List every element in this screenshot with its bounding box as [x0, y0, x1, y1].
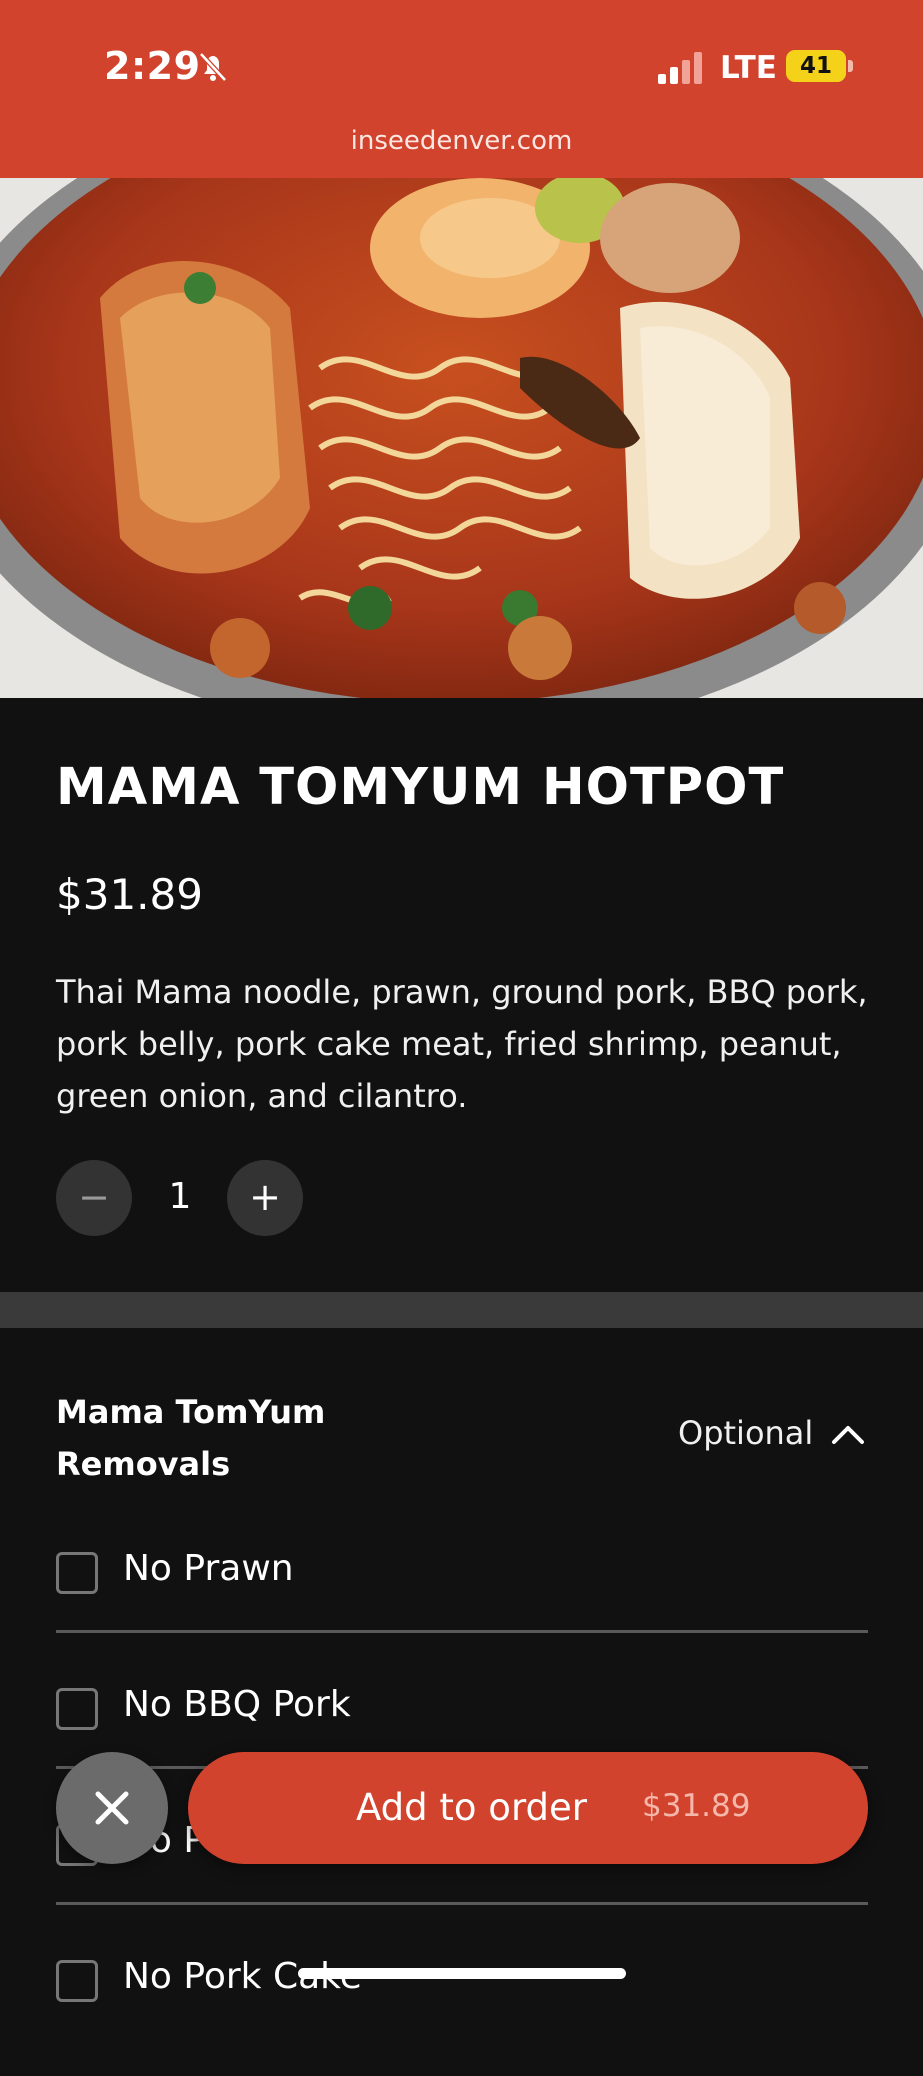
checkbox[interactable]: [56, 1960, 98, 2002]
item-description: Thai Mama noodle, prawn, ground pork, BB…: [56, 973, 868, 1115]
minus-icon: −: [78, 1175, 110, 1219]
battery-icon: 41: [786, 50, 846, 82]
option-label: No Prawn: [123, 1548, 294, 1589]
signal-icon: [658, 52, 702, 84]
add-to-order-price: $31.89: [642, 1788, 751, 1824]
battery-nub: [848, 60, 853, 72]
close-button[interactable]: [56, 1752, 168, 1864]
item-price: $31.89: [56, 870, 203, 919]
modifier-requirement: Optional: [678, 1414, 814, 1452]
row-divider: [56, 1902, 868, 1905]
item-photo: [0, 178, 923, 698]
status-bar: 2:29 LTE 41 inseedenver.com: [0, 0, 923, 178]
home-indicator: [298, 1968, 626, 1979]
add-to-order-button[interactable]: Add to order $31.89: [188, 1752, 868, 1864]
quantity-increase-button[interactable]: +: [227, 1160, 303, 1236]
plus-icon: +: [249, 1175, 281, 1219]
modifier-group-title: Mama TomYum Removals: [56, 1393, 326, 1483]
close-icon: [95, 1791, 129, 1825]
item-title: MAMA TOMYUM HOTPOT: [56, 758, 785, 817]
option-row[interactable]: No Pork Cake: [56, 1940, 868, 2076]
quantity-decrease-button[interactable]: −: [56, 1160, 132, 1236]
network-label: LTE: [720, 50, 777, 86]
option-row[interactable]: No Prawn: [56, 1532, 868, 1668]
row-divider: [56, 1630, 868, 1633]
add-to-order-label: Add to order: [356, 1786, 587, 1829]
option-label: No BBQ Pork: [123, 1684, 351, 1725]
checkbox[interactable]: [56, 1688, 98, 1730]
chevron-up-icon[interactable]: [828, 1418, 868, 1448]
status-time: 2:29: [104, 44, 201, 88]
bell-slash-icon: [199, 52, 227, 82]
quantity-value: 1: [168, 1176, 192, 1217]
section-divider: [0, 1292, 923, 1328]
checkbox[interactable]: [56, 1552, 98, 1594]
browser-url[interactable]: inseedenver.com: [0, 126, 923, 156]
